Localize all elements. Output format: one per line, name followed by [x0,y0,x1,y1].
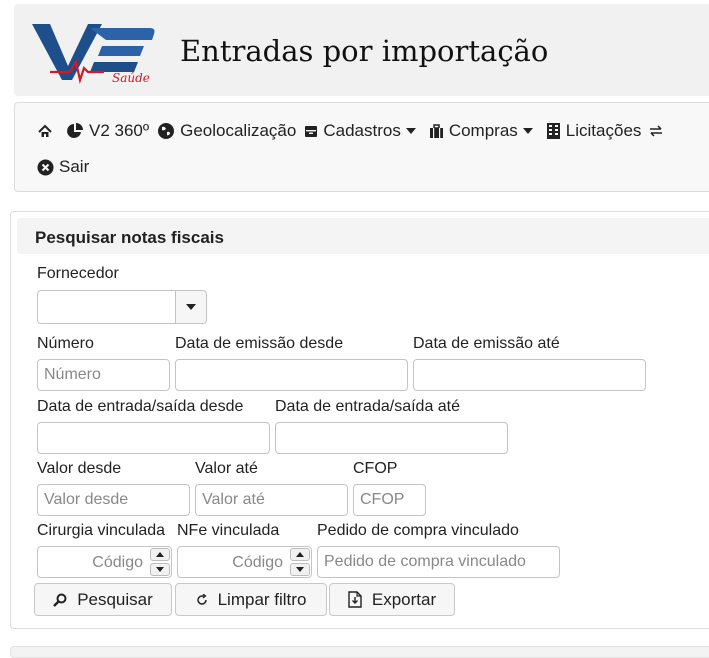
cirurgia-label: Cirurgia vinculada [37,522,166,539]
close-circle-icon [37,159,54,175]
fornecedor-label: Fornecedor [37,265,119,282]
page-title: Entradas por importação [180,34,549,68]
valor-desde-input[interactable] [37,484,190,516]
emissao-desde-label: Data de emissão desde [175,335,344,352]
pie-chart-icon [67,123,83,138]
panel-title: Pesquisar notas fiscais [35,228,224,247]
briefcase-icon [429,123,443,138]
nav-item-cadastros[interactable]: Cadastros [304,121,420,141]
valor-ate-label: Valor até [195,460,258,477]
nav-item-compras[interactable]: Compras [429,121,538,141]
caret-down-icon [296,567,304,572]
entrada-desde-input[interactable] [37,422,270,454]
nav-item-label: Compras [448,121,518,140]
spinner-down-button[interactable] [150,563,170,576]
cirurgia-placeholder: Código [92,554,143,571]
archive-icon [305,126,318,137]
spinner-down-button[interactable] [290,563,310,576]
pedido-input[interactable] [317,546,560,578]
file-export-icon [348,591,362,608]
emissao-ate-label: Data de emissão até [413,335,560,352]
nav-item-label: Cadastros [323,121,401,140]
search-button-label: Pesquisar [77,589,153,609]
valor-desde-label: Valor desde [37,460,122,477]
entrada-desde-label: Data de entrada/saída desde [37,398,244,415]
caret-down-icon [156,567,164,572]
main-navbar: V2 360º Geolocalização Cadastros Compras… [14,102,709,192]
panel-header: Pesquisar notas fiscais [17,218,709,254]
entrada-ate-input[interactable] [275,422,508,454]
nav-item-v2-360[interactable]: V2 360º [66,121,149,141]
nav-item-geolocalizacao[interactable]: Geolocalização [157,121,296,141]
nfe-placeholder: Código [232,554,283,571]
nav-item-label: Licitações [565,121,642,140]
caret-up-icon [296,552,304,557]
spinner-buttons [149,547,171,577]
clear-filter-button[interactable]: Limpar filtro [175,583,327,616]
nfe-label: NFe vinculada [177,522,280,539]
nav-item-sair[interactable]: Sair [37,157,89,177]
search-panel: Pesquisar notas fiscais Fornecedor Númer… [10,211,709,629]
spinner-buttons [289,547,311,577]
pedido-label: Pedido de compra vinculado [317,522,519,539]
entrada-ate-label: Data de entrada/saída até [275,398,461,415]
nav-item-home[interactable] [37,123,58,139]
nav-item-label: V2 360º [89,121,150,140]
fornecedor-select[interactable] [37,290,207,324]
navbar-row: Sair [37,157,97,177]
spinner-up-button[interactable] [290,548,310,561]
logout-label: Sair [59,157,90,176]
logo-text: Saúde [112,71,150,84]
export-button[interactable]: Exportar [329,583,455,616]
numero-label: Número [37,335,94,352]
caret-down-icon [522,128,533,134]
emissao-ate-input[interactable] [413,359,646,391]
caret-down-icon [186,304,196,310]
nav-item-licitacoes[interactable]: Licitações [546,121,642,141]
nav-item-exchange[interactable] [649,125,668,137]
home-icon [38,124,52,137]
numero-input[interactable] [37,359,170,391]
export-button-label: Exportar [371,589,437,609]
caret-down-icon [405,128,416,134]
v2-saude-logo[interactable]: Saúde [30,18,158,84]
building-icon [546,123,560,139]
fornecedor-dropdown-button[interactable] [175,291,206,323]
app-header: Saúde Entradas por importação [14,4,709,96]
spinner-up-button[interactable] [150,548,170,561]
cfop-input[interactable] [353,484,426,516]
nfe-spinner[interactable]: Código [177,546,312,578]
globe-icon [158,123,175,139]
emissao-desde-input[interactable] [175,359,408,391]
refresh-icon [196,593,207,605]
navbar-row: V2 360º Geolocalização Cadastros Compras… [37,121,676,141]
search-icon [53,593,67,607]
next-panel-header [10,646,709,658]
exchange-icon [650,125,663,137]
valor-ate-input[interactable] [195,484,348,516]
caret-up-icon [156,552,164,557]
cirurgia-spinner[interactable]: Código [37,546,172,578]
search-button[interactable]: Pesquisar [34,583,172,616]
clear-filter-label: Limpar filtro [217,589,307,609]
cfop-label: CFOP [353,460,398,477]
nav-item-label: Geolocalização [180,121,297,140]
